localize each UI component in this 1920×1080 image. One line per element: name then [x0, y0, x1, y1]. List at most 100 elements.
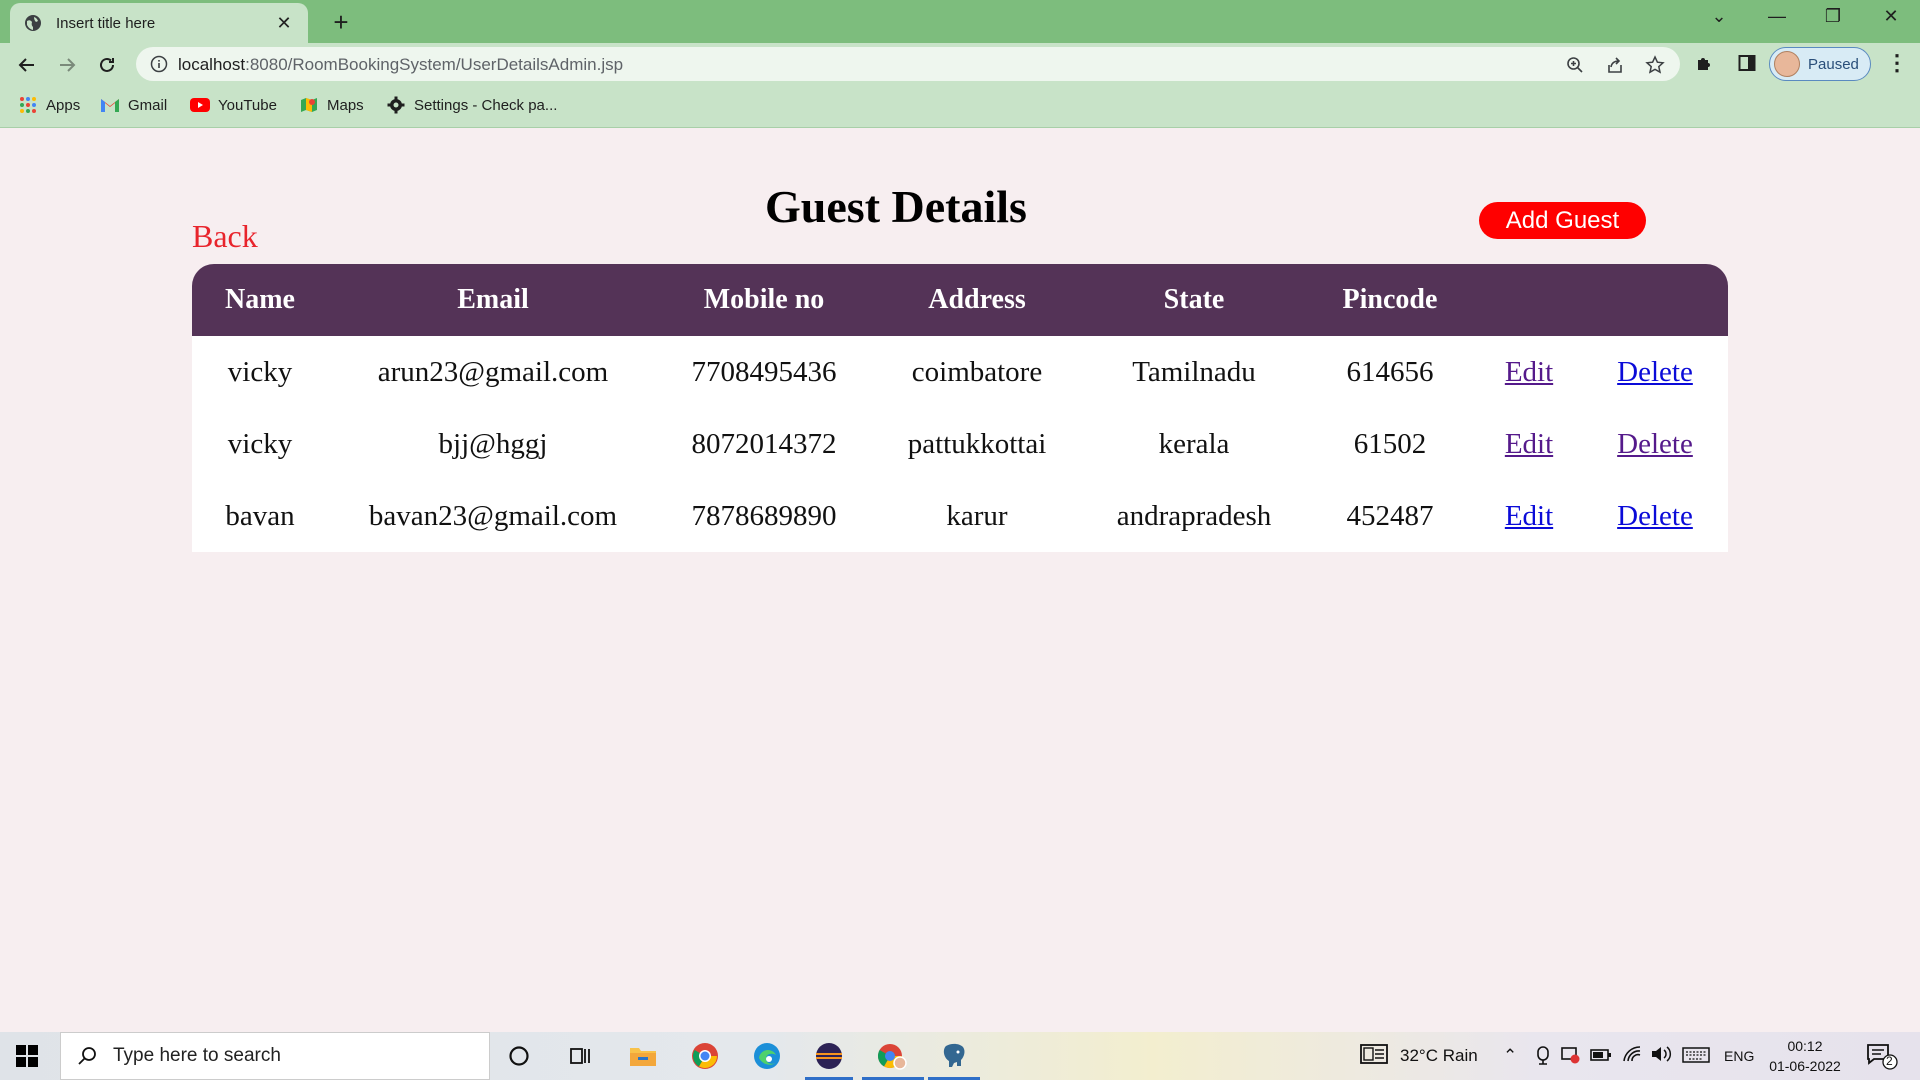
edit-link[interactable]: Edit [1505, 428, 1553, 460]
cell-name: vicky [227, 427, 293, 460]
column-header-mobile: Mobile no [703, 284, 825, 315]
side-panel-icon[interactable] [1736, 52, 1758, 74]
extensions-puzzle-icon[interactable] [1694, 52, 1716, 74]
cell-address: coimbatore [911, 355, 1043, 388]
cortana-icon[interactable] [502, 1040, 536, 1072]
bookmark-gmail[interactable]: Gmail [100, 96, 167, 114]
table-row: bavan bavan23@gmail.com 7878689890 karur… [192, 480, 1728, 552]
taskbar-search-box[interactable]: Type here to search [60, 1032, 490, 1080]
tab-search-chevron-icon[interactable]: ⌄ [1704, 6, 1734, 27]
new-tab-button[interactable]: + [326, 7, 356, 38]
browser-toolbar: localhost:8080/RoomBookingSystem/UserDet… [0, 43, 1920, 85]
minimize-button[interactable]: — [1762, 6, 1792, 27]
cell-email: bavan23@gmail.com [368, 499, 618, 532]
share-icon[interactable] [1604, 54, 1626, 76]
clock-date: 01-06-2022 [1769, 1058, 1841, 1074]
close-icon[interactable]: ✕ [274, 13, 294, 34]
apps-grid-icon [18, 96, 38, 114]
url-text[interactable]: localhost:8080/RoomBookingSystem/UserDet… [178, 55, 623, 75]
notification-icon[interactable]: 2 [1866, 1042, 1898, 1075]
table-header-row: Name Email Mobile no Address State Pinco… [192, 264, 1728, 336]
column-header-pincode: Pincode [1342, 284, 1438, 315]
column-header-delete [1582, 264, 1728, 336]
postgresql-icon[interactable] [937, 1040, 971, 1072]
cell-delete: Delete [1582, 408, 1728, 480]
wifi-icon[interactable] [1622, 1045, 1642, 1068]
clock-time: 00:12 [1787, 1038, 1823, 1054]
cell-pincode: 452487 [1346, 499, 1434, 532]
browser-titlebar: Insert title here ✕ + ⌄ — ❐ ✕ [0, 0, 1920, 43]
column-header-state: State [1163, 284, 1225, 315]
battery-icon[interactable] [1590, 1047, 1612, 1067]
clock[interactable]: 00:12 01-06-2022 [1760, 1036, 1850, 1076]
reload-icon[interactable] [94, 52, 120, 78]
cell-pincode: 61502 [1353, 427, 1427, 460]
chrome-profile-icon[interactable] [875, 1040, 909, 1072]
column-header-name: Name [225, 284, 295, 315]
eclipse-icon[interactable] [812, 1040, 846, 1072]
back-link[interactable]: Back [192, 218, 258, 255]
edge-icon[interactable] [750, 1040, 784, 1072]
table-row: vicky arun23@gmail.com 7708495436 coimba… [192, 336, 1728, 408]
language-indicator[interactable]: ENG [1724, 1048, 1754, 1064]
kebab-menu-icon[interactable]: ⋮ [1886, 51, 1908, 75]
back-arrow-icon[interactable] [14, 52, 40, 78]
column-header-email: Email [457, 284, 529, 315]
add-guest-button[interactable]: Add Guest [1479, 202, 1646, 239]
restore-button[interactable]: ❐ [1818, 6, 1848, 27]
cell-edit: Edit [1476, 408, 1582, 480]
cell-address: karur [946, 499, 1008, 532]
cell-delete: Delete [1582, 480, 1728, 552]
task-view-icon[interactable] [563, 1040, 597, 1072]
cell-email: bjj@hggj [438, 427, 548, 460]
chrome-icon[interactable] [688, 1040, 722, 1072]
cell-edit: Edit [1476, 336, 1582, 408]
delete-link[interactable]: Delete [1617, 428, 1693, 460]
weather-text[interactable]: 32°C Rain [1400, 1046, 1478, 1066]
gmail-icon [100, 96, 120, 114]
weather-icon[interactable] [1360, 1043, 1388, 1070]
profile-button[interactable]: Paused [1769, 47, 1871, 81]
keyboard-icon[interactable] [1682, 1047, 1710, 1068]
forward-arrow-icon[interactable] [54, 52, 80, 78]
cell-address: pattukkottai [907, 427, 1047, 460]
info-icon[interactable] [150, 55, 168, 73]
edit-link[interactable]: Edit [1505, 356, 1553, 388]
column-header-address: Address [928, 284, 1026, 315]
window-close-button[interactable]: ✕ [1876, 6, 1906, 27]
volume-icon[interactable] [1650, 1045, 1672, 1068]
cell-name: bavan [225, 499, 295, 532]
table-row: vicky bjj@hggj 8072014372 pattukkottai k… [192, 408, 1728, 480]
windows-start-icon[interactable] [16, 1045, 38, 1067]
file-explorer-icon[interactable] [626, 1040, 660, 1072]
globe-icon [24, 14, 42, 32]
cell-name: vicky [227, 355, 293, 388]
cell-pincode: 614656 [1346, 355, 1434, 388]
device-icon[interactable] [1560, 1045, 1580, 1070]
maps-icon [299, 96, 319, 114]
cell-delete: Delete [1582, 336, 1728, 408]
notification-count: 2 [1886, 1054, 1893, 1068]
browser-tab[interactable]: Insert title here ✕ [10, 3, 308, 43]
cell-state: kerala [1158, 427, 1230, 460]
cell-email: arun23@gmail.com [377, 355, 609, 388]
address-bar[interactable]: localhost:8080/RoomBookingSystem/UserDet… [136, 47, 1680, 81]
youtube-icon [190, 96, 210, 114]
bookmark-apps[interactable]: Apps [18, 96, 80, 114]
delete-link[interactable]: Delete [1617, 500, 1693, 532]
guest-details-table: Name Email Mobile no Address State Pinco… [192, 264, 1728, 552]
cell-mobile: 7878689890 [691, 499, 837, 532]
star-icon[interactable] [1644, 54, 1666, 76]
bookmark-maps[interactable]: Maps [299, 96, 364, 114]
meet-now-icon[interactable] [1534, 1045, 1552, 1070]
edit-link[interactable]: Edit [1505, 500, 1553, 532]
column-header-edit [1476, 264, 1582, 336]
zoom-icon[interactable] [1564, 54, 1586, 76]
cell-edit: Edit [1476, 480, 1582, 552]
delete-link[interactable]: Delete [1617, 356, 1693, 388]
cell-state: Tamilnadu [1132, 355, 1256, 388]
tab-title: Insert title here [56, 14, 156, 32]
bookmark-youtube[interactable]: YouTube [190, 96, 277, 114]
bookmark-settings[interactable]: Settings - Check pa... [386, 96, 557, 114]
chevron-up-icon[interactable]: ⌃ [1503, 1046, 1517, 1066]
